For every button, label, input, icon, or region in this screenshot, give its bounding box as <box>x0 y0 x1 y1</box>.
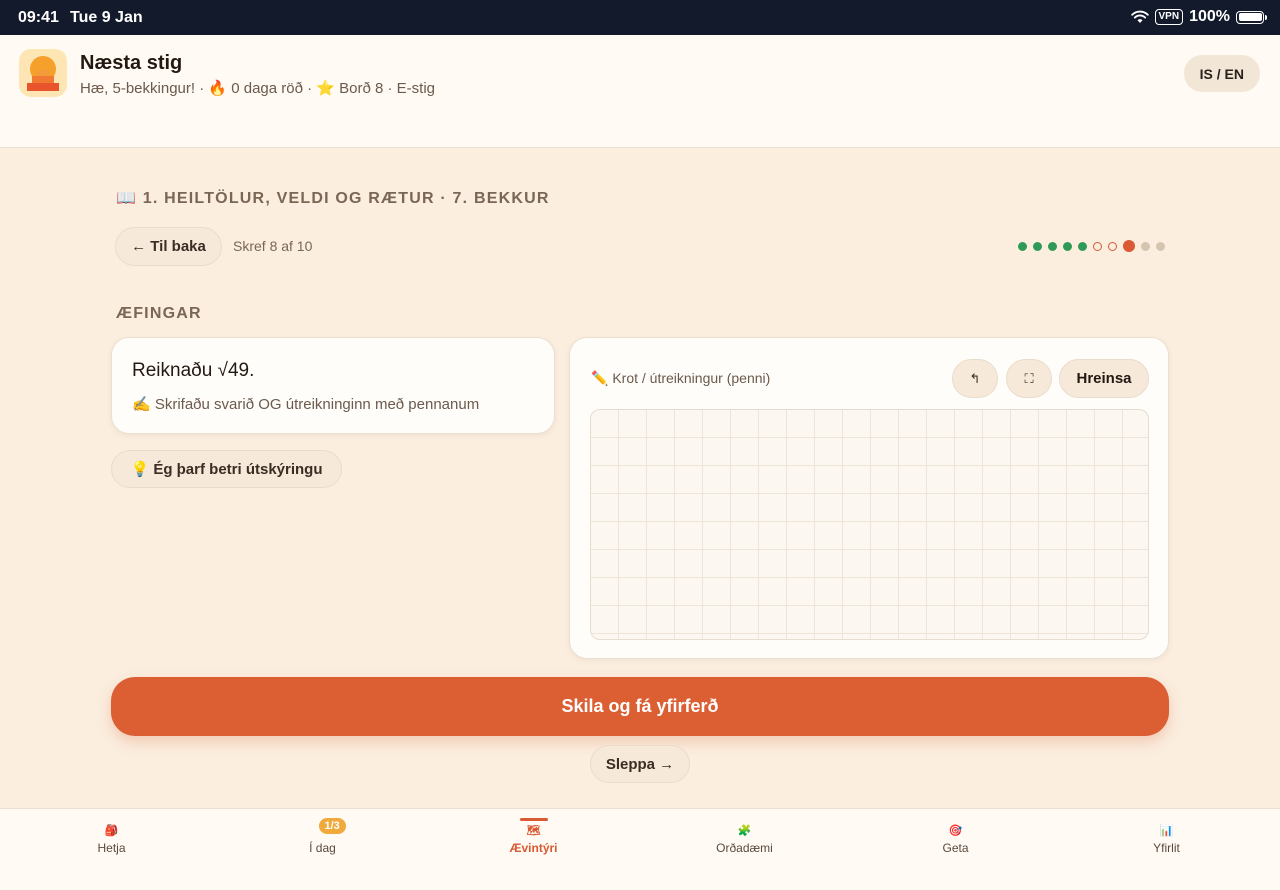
status-right: VPN 100% <box>1130 8 1267 26</box>
expand-button[interactable]: ⛶ <box>1006 359 1052 398</box>
status-date: Tue 9 Jan <box>70 9 143 26</box>
progress-dot-6 <box>1093 241 1102 251</box>
tab-bar: 🎒 Hetja 1/3 Í dag 🗺 Ævintýri 🧩 Orðadæmi … <box>0 808 1280 890</box>
skip-button[interactable]: Sleppa → <box>590 745 690 783</box>
tab-label: Geta <box>942 841 969 855</box>
question-instruction: ✍️ Skrifaðu svarið OG útreikninginn með … <box>132 396 480 413</box>
explain-better-button[interactable]: 💡 Ég þarf betri útskýringu <box>111 450 342 488</box>
progress-dot-3 <box>1048 241 1057 251</box>
progress-dot-1 <box>1018 241 1027 251</box>
battery-percent: 100% <box>1189 8 1230 25</box>
breadcrumb: 📖 1. HEILTÖLUR, VELDI OG RÆTUR · 7. BEKK… <box>116 190 550 207</box>
drawing-canvas[interactable] <box>590 409 1149 640</box>
target-icon: 🎯 <box>948 825 963 837</box>
backpack-icon: 🎒 <box>104 825 119 837</box>
tab-label: Yfirlit <box>1153 841 1180 855</box>
expand-icon: ⛶ <box>1024 370 1034 386</box>
tab-hetja[interactable]: 🎒 Hetja <box>6 809 217 890</box>
tab-yfirlit[interactable]: 📊 Yfirlit <box>1061 809 1272 890</box>
back-button[interactable]: ← Til baka <box>115 227 222 266</box>
progress-dots <box>1018 240 1165 252</box>
tab-ordadaemi[interactable]: 🧩 Orðadæmi <box>639 809 850 890</box>
language-toggle-button[interactable]: IS / EN <box>1183 55 1260 92</box>
progress-dot-9 <box>1141 241 1150 251</box>
section-label: ÆFINGAR <box>116 305 202 322</box>
tab-label: Hetja <box>97 841 126 855</box>
tab-aevintyri[interactable]: 🗺 Ævintýri <box>428 809 639 890</box>
scratchpad-label: ✏️ Krot / útreikningur (penni) <box>591 370 771 386</box>
app-title: Næsta stig <box>80 52 183 74</box>
tab-badge: 1/3 <box>318 818 346 834</box>
app-subtitle: Hæ, 5-bekkingur! · 🔥 0 daga röð · ⭐ Borð… <box>80 80 435 97</box>
status-bar: 09:41 Tue 9 Jan VPN 100% <box>0 0 1280 35</box>
progress-dot-7 <box>1108 241 1117 251</box>
battery-icon <box>1236 10 1267 24</box>
stairs-sunrise-logo-icon <box>19 49 67 97</box>
bar-chart-icon: 📊 <box>1159 825 1174 837</box>
blocks-icon: 🧩 <box>737 825 752 837</box>
progress-dot-5 <box>1078 241 1087 251</box>
progress-dot-2 <box>1033 241 1042 251</box>
wifi-icon <box>1130 10 1149 23</box>
clear-button[interactable]: Hreinsa <box>1059 359 1149 398</box>
progress-dot-10 <box>1156 241 1165 251</box>
tab-geta[interactable]: 🎯 Geta <box>850 809 1061 890</box>
submit-button[interactable]: Skila og fá yfirferð <box>111 677 1169 736</box>
question-text: Reiknaðu √49. <box>132 360 255 381</box>
map-icon: 🗺 <box>526 825 541 837</box>
status-time: 09:41 <box>18 9 59 26</box>
progress-dot-4 <box>1063 241 1072 251</box>
progress-dot-8 <box>1123 240 1135 252</box>
tab-label: Í dag <box>309 841 336 855</box>
tab-label: Ævintýri <box>509 841 558 855</box>
step-counter: Skref 8 af 10 <box>233 238 313 254</box>
tab-label: Orðadæmi <box>716 841 773 855</box>
undo-icon: ↰ <box>969 370 981 386</box>
vpn-badge: VPN <box>1154 9 1184 25</box>
question-card: Reiknaðu √49. ✍️ Skrifaðu svarið OG útre… <box>111 337 555 434</box>
undo-button[interactable]: ↰ <box>952 359 998 398</box>
scratchpad-card: ✏️ Krot / útreikningur (penni) ↰ ⛶ Hrein… <box>569 337 1169 659</box>
tab-i-dag[interactable]: 1/3 Í dag <box>217 809 428 890</box>
